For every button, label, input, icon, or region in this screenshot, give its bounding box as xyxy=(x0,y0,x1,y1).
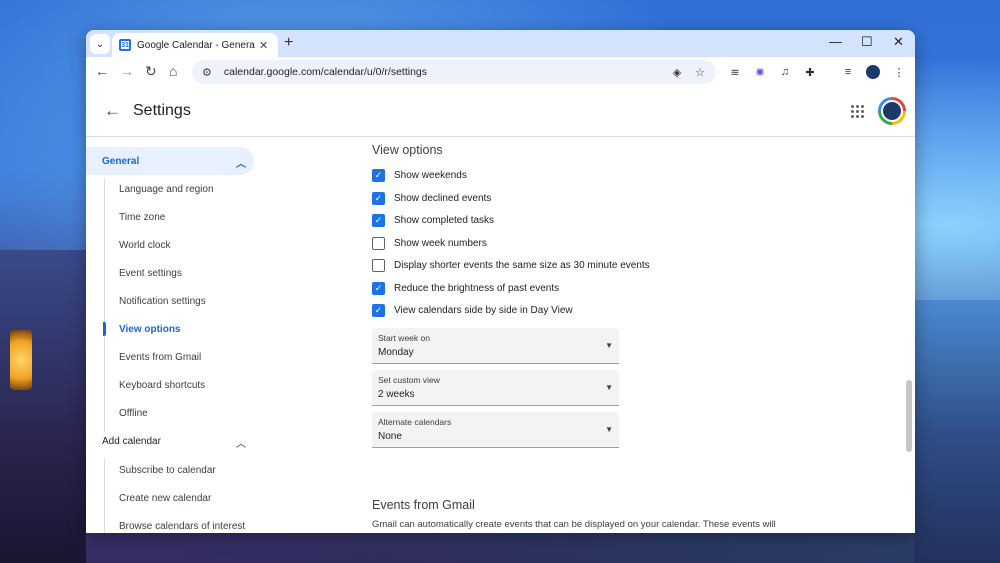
wallpaper-trees xyxy=(914,300,1000,563)
checkbox-row-show-completed-tasks[interactable]: ✓ Show completed tasks xyxy=(372,214,494,227)
back-icon[interactable]: ← xyxy=(95,63,109,79)
select-value: 2 weeks xyxy=(378,389,415,400)
home-icon[interactable]: ⌂ xyxy=(169,63,177,79)
google-apps-icon[interactable] xyxy=(851,105,864,118)
site-info-icon[interactable]: ⚙ xyxy=(202,66,212,79)
sidebar-tree-line xyxy=(104,458,105,533)
checkbox[interactable]: ✓ xyxy=(372,214,385,227)
browser-toolbar: ← → ↻ ⌂ ⚙ calendar.google.com/calendar/u… xyxy=(86,57,915,87)
lens-icon[interactable]: ◈ xyxy=(670,65,684,79)
sidebar-item-view-options[interactable]: View options xyxy=(119,324,181,335)
chevron-down-icon: ⌄ xyxy=(95,38,105,50)
checkbox-row-show-declined-events[interactable]: ✓ Show declined events xyxy=(372,192,491,205)
sidebar-tree-line xyxy=(104,178,105,432)
settings-content: View options ✓ Show weekends ✓ Show decl… xyxy=(372,138,895,533)
select-label: Start week on xyxy=(378,333,430,343)
profile-avatar-icon[interactable] xyxy=(866,65,880,79)
sidebar-item-world-clock[interactable]: World clock xyxy=(119,240,171,251)
chevron-up-icon: ︿ xyxy=(236,439,246,450)
sidebar-section-add-calendar[interactable]: Add calendar ︿ xyxy=(86,427,254,455)
address-bar[interactable]: ⚙ calendar.google.com/calendar/u/0/r/set… xyxy=(192,60,716,84)
sidebar-item-browse-calendars[interactable]: Browse calendars of interest xyxy=(119,521,245,532)
bookmark-star-icon[interactable]: ☆ xyxy=(693,65,707,79)
dropdown-arrow-icon: ▼ xyxy=(605,341,613,350)
wallpaper-house xyxy=(0,250,86,563)
checkbox-row-show-weekends[interactable]: ✓ Show weekends xyxy=(372,169,467,182)
checkbox-row-shorter-events[interactable]: Display shorter events the same size as … xyxy=(372,259,650,272)
extension-flower-icon[interactable]: ✺ xyxy=(753,65,767,79)
events-from-gmail-description: Gmail can automatically create events th… xyxy=(372,519,776,530)
browser-tab[interactable]: 31 Google Calendar - General setti ✕ xyxy=(112,33,278,57)
sidebar-item-create-new-calendar[interactable]: Create new calendar xyxy=(119,493,211,504)
sidebar-selected-marker xyxy=(103,322,106,336)
sidebar-section-label: Add calendar xyxy=(102,435,161,447)
sidebar-item-keyboard-shortcuts[interactable]: Keyboard shortcuts xyxy=(119,380,205,391)
dropdown-arrow-icon: ▼ xyxy=(605,425,613,434)
start-week-on-select[interactable]: Start week on Monday ▼ xyxy=(372,328,619,364)
extensions-puzzle-icon[interactable]: ✚ xyxy=(803,65,817,79)
url-text: calendar.google.com/calendar/u/0/r/setti… xyxy=(223,66,427,78)
sidebar-item-notification-settings[interactable]: Notification settings xyxy=(119,296,206,307)
select-value: Monday xyxy=(378,347,414,358)
sidebar-item-subscribe[interactable]: Subscribe to calendar xyxy=(119,465,216,476)
checkbox-label: View calendars side by side in Day View xyxy=(394,305,573,316)
tab-title: Google Calendar - General setti xyxy=(137,39,255,51)
page-title: Settings xyxy=(133,102,191,119)
alternate-calendars-select[interactable]: Alternate calendars None ▼ xyxy=(372,412,619,448)
extension-layers-icon[interactable]: ≋ xyxy=(728,65,742,79)
checkbox-label: Show declined events xyxy=(394,193,492,204)
forward-icon[interactable]: → xyxy=(120,63,134,79)
select-label: Set custom view xyxy=(378,375,440,385)
dropdown-arrow-icon: ▼ xyxy=(605,383,613,392)
checkbox[interactable] xyxy=(372,259,385,272)
checkbox-row-show-week-numbers[interactable]: Show week numbers xyxy=(372,237,487,250)
extension-headset-icon[interactable]: ♫ xyxy=(778,65,792,79)
events-from-gmail-title: Events from Gmail xyxy=(372,498,475,512)
sidebar-item-time-zone[interactable]: Time zone xyxy=(119,212,165,223)
sidebar-section-label: General xyxy=(102,155,140,167)
tab-close-icon[interactable]: ✕ xyxy=(259,39,268,52)
reload-icon[interactable]: ↻ xyxy=(145,63,157,80)
settings-sidebar: General ︿ Language and region Time zone … xyxy=(86,138,266,533)
custom-view-select[interactable]: Set custom view 2 weeks ▼ xyxy=(372,370,619,406)
new-tab-icon[interactable]: + xyxy=(284,34,293,52)
checkbox-row-reduce-brightness[interactable]: ✓ Reduce the brightness of past events xyxy=(372,282,559,295)
checkbox[interactable]: ✓ xyxy=(372,282,385,295)
back-arrow-icon[interactable]: ← xyxy=(104,101,121,121)
reading-list-icon[interactable]: ≡ xyxy=(841,65,855,79)
sidebar-item-event-settings[interactable]: Event settings xyxy=(119,268,182,279)
checkbox-label: Show weekends xyxy=(394,170,467,181)
sidebar-section-general[interactable]: General ︿ xyxy=(86,147,254,175)
wallpaper-lamp xyxy=(10,330,32,390)
window-close-icon[interactable]: ✕ xyxy=(893,34,904,50)
checkbox-label: Show completed tasks xyxy=(394,215,495,226)
checkbox-label: Show week numbers xyxy=(394,238,487,249)
checkbox[interactable] xyxy=(372,237,385,250)
browser-menu-icon[interactable]: ⋮ xyxy=(892,65,906,79)
tab-search-button[interactable]: ⌄ xyxy=(90,34,110,54)
calendar-favicon-icon: 31 xyxy=(119,39,131,51)
sidebar-item-events-from-gmail[interactable]: Events from Gmail xyxy=(119,352,201,363)
scrollbar-thumb[interactable] xyxy=(906,380,912,452)
minimize-icon[interactable]: — xyxy=(829,34,842,49)
checkbox-row-side-by-side[interactable]: ✓ View calendars side by side in Day Vie… xyxy=(372,304,573,317)
checkbox-label: Reduce the brightness of past events xyxy=(394,283,560,294)
checkbox[interactable]: ✓ xyxy=(372,169,385,182)
checkbox[interactable]: ✓ xyxy=(372,192,385,205)
checkbox-label: Display shorter events the same size as … xyxy=(394,260,650,271)
account-avatar[interactable] xyxy=(878,97,906,125)
tab-strip: ⌄ 31 Google Calendar - General setti ✕ +… xyxy=(86,30,915,57)
select-label: Alternate calendars xyxy=(378,417,452,427)
select-value: None xyxy=(378,431,402,442)
sidebar-item-offline[interactable]: Offline xyxy=(119,408,148,419)
chevron-up-icon: ︿ xyxy=(236,159,246,170)
settings-header: ← Settings xyxy=(86,87,915,137)
checkbox[interactable]: ✓ xyxy=(372,304,385,317)
sidebar-item-language-and-region[interactable]: Language and region xyxy=(119,184,214,195)
browser-window: ⌄ 31 Google Calendar - General setti ✕ +… xyxy=(86,30,915,533)
maximize-icon[interactable]: ☐ xyxy=(861,34,873,50)
view-options-title: View options xyxy=(372,143,443,157)
